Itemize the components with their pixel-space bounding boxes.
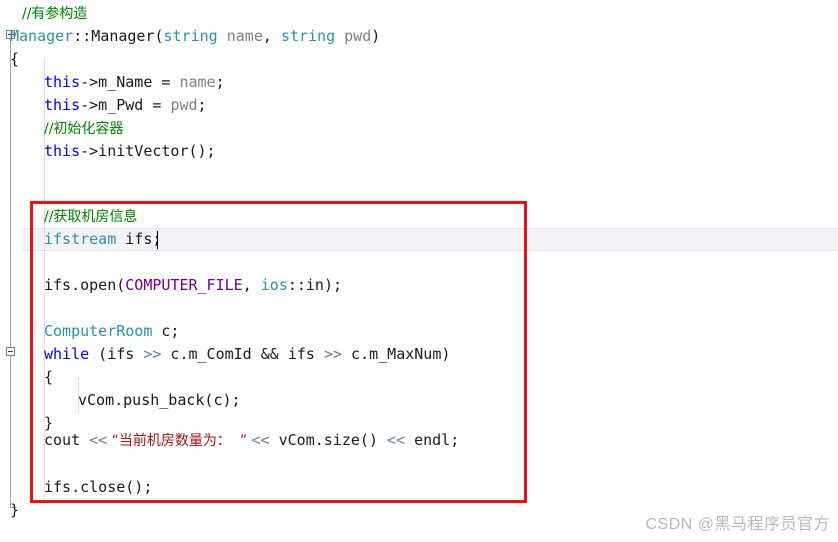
code-token: ;: [197, 96, 207, 114]
code-token: //获取机房信息: [44, 209, 138, 225]
code-token: name: [179, 73, 216, 91]
code-token: ios: [260, 276, 288, 294]
code-line[interactable]: {: [10, 48, 19, 71]
code-token: vCom.push_back(c);: [78, 391, 241, 409]
code-line[interactable]: Manager::Manager(string name, string pwd…: [10, 25, 380, 48]
code-token: this: [44, 96, 81, 114]
code-token: this: [44, 73, 81, 91]
code-token: ->m_Pwd =: [80, 96, 171, 114]
code-token: ->initVector();: [80, 142, 216, 160]
code-token: vCom.size(): [269, 431, 387, 449]
code-token: ComputerRoom: [44, 322, 153, 340]
code-token: <<: [387, 431, 406, 449]
code-token: ->m_Name =: [80, 73, 180, 91]
code-line[interactable]: ifs.open(COMPUTER_FILE, ios::in);: [44, 274, 342, 297]
code-token: >>: [323, 345, 343, 363]
code-token: pwd: [170, 96, 198, 114]
code-token: ifs.open(: [44, 276, 126, 294]
code-token: c;: [152, 322, 180, 340]
code-line[interactable]: while (ifs >> c.m_ComId && ifs >> c.m_Ma…: [44, 343, 450, 366]
code-line[interactable]: vCom.push_back(c);: [78, 389, 241, 412]
code-token: while: [44, 345, 90, 363]
code-line[interactable]: //初始化容器: [44, 117, 123, 140]
code-editor-surface[interactable]: //有参构造 Manager::Manager(string name, stri…: [0, 0, 838, 542]
code-token: //有参构造: [22, 6, 88, 22]
code-token: c.m_ComId && ifs: [161, 345, 324, 363]
code-token: ,: [262, 27, 281, 45]
code-token: endl;: [405, 431, 460, 449]
code-line[interactable]: ifs.close();: [44, 476, 152, 499]
code-text-area[interactable]: //有参构造 Manager::Manager(string name, stri…: [0, 0, 838, 542]
code-token: ): [371, 27, 381, 45]
code-token: ifs;: [116, 230, 162, 248]
code-token: this: [44, 142, 81, 160]
code-token: <<: [89, 431, 108, 449]
code-token: cout: [44, 431, 90, 449]
code-token: string: [163, 27, 218, 45]
code-line[interactable]: ifstream ifs;: [44, 228, 161, 251]
code-line[interactable]: ComputerRoom c;: [44, 320, 179, 343]
code-line[interactable]: this->m_Name = name;: [44, 71, 225, 94]
code-token: ::in);: [287, 276, 343, 294]
code-token: >>: [143, 345, 162, 363]
code-token: pwd: [335, 27, 372, 45]
code-token: ,: [242, 276, 261, 294]
code-line[interactable]: this->m_Pwd = pwd;: [44, 94, 207, 117]
code-token: c.m_MaxNum): [342, 345, 451, 363]
code-token: ifs.close();: [44, 478, 153, 496]
code-token: ifstream: [44, 230, 117, 248]
code-line[interactable]: this->initVector();: [44, 140, 216, 163]
screenshot-root: //有参构造 Manager::Manager(string name, stri…: [0, 0, 838, 542]
csdn-watermark: CSDN @黑马程序员官方: [645, 516, 830, 533]
code-token: }: [10, 501, 20, 519]
code-token: //初始化容器: [44, 121, 124, 137]
code-line[interactable]: {: [44, 366, 53, 389]
code-token: ;: [215, 73, 225, 91]
code-token: string: [280, 27, 336, 45]
code-token: Manager: [10, 27, 74, 45]
code-line[interactable]: //获取机房信息: [44, 205, 137, 228]
code-line[interactable]: //有参构造: [22, 2, 87, 25]
code-token: “当前机房数量为： ”: [107, 433, 252, 449]
code-token: <<: [251, 431, 270, 449]
text-caret: [157, 231, 158, 249]
code-token: {: [44, 368, 54, 386]
code-line[interactable]: }: [10, 499, 19, 522]
code-token: (ifs: [89, 345, 144, 363]
code-token: name: [217, 27, 263, 45]
code-token: {: [10, 50, 20, 68]
code-line[interactable]: cout << “当前机房数量为： ” << vCom.size() << en…: [44, 429, 459, 452]
code-token: ::Manager(: [73, 27, 164, 45]
code-token: COMPUTER_FILE: [125, 276, 243, 294]
